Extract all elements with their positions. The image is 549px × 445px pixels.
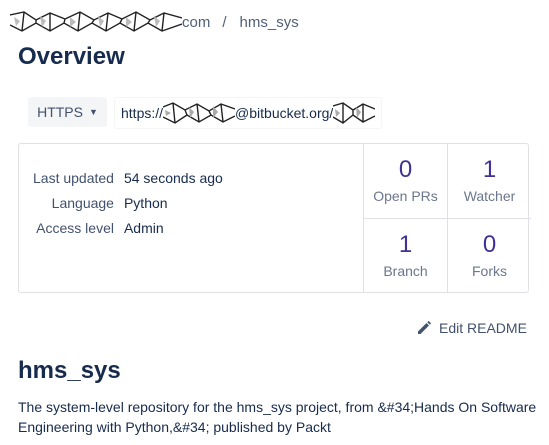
pencil-icon — [418, 321, 431, 334]
language-value: Python — [123, 195, 168, 211]
edit-readme-label: Edit README — [439, 320, 527, 336]
watchers-count: 1 — [482, 156, 497, 183]
page-title: Overview — [18, 43, 125, 70]
branches-label: Branch — [383, 263, 428, 279]
redacted-username — [163, 101, 236, 125]
access-level-value: Admin — [123, 220, 164, 236]
stat-open-prs[interactable]: 0 Open PRs — [364, 144, 448, 219]
last-updated-value: 54 seconds ago — [123, 170, 223, 186]
repo-details-card: Last updated 54 seconds ago Language Pyt… — [18, 143, 531, 293]
last-updated-label: Last updated — [33, 170, 114, 186]
breadcrumb-repo[interactable]: hms_sys — [240, 14, 299, 31]
clone-protocol-dropdown[interactable]: HTTPS ▼ — [28, 97, 107, 127]
branches-count: 1 — [398, 231, 413, 258]
clone-url-field[interactable]: https:// @bitbucket.org/ — [114, 97, 383, 129]
repo-meta: Last updated 54 seconds ago Language Pyt… — [19, 144, 364, 292]
meta-row-language: Language Python — [33, 194, 223, 219]
clone-url-prefix: https:// — [121, 105, 164, 121]
readme-description: The system-level repository for the hms_… — [18, 399, 537, 435]
chevron-down-icon: ▼ — [88, 107, 98, 117]
clone-protocol-label: HTTPS — [37, 104, 83, 120]
watchers-label: Watcher — [463, 188, 516, 204]
forks-count: 0 — [482, 231, 497, 258]
readme-heading: hms_sys — [18, 357, 121, 384]
redacted-workspace[interactable] — [10, 11, 182, 33]
meta-row-access-level: Access level Admin — [33, 219, 223, 244]
edit-readme-button[interactable]: Edit README — [417, 320, 527, 336]
open-prs-count: 0 — [398, 156, 413, 183]
access-level-label: Access level — [36, 220, 114, 236]
clone-url-suffix: @bitbucket.org/ — [235, 105, 334, 121]
language-label: Language — [51, 195, 114, 211]
stat-forks[interactable]: 0 Forks — [448, 219, 531, 293]
redacted-repo-path — [333, 101, 376, 125]
open-prs-label: Open PRs — [373, 188, 438, 204]
repo-meta-table: Last updated 54 seconds ago Language Pyt… — [33, 169, 223, 244]
forks-label: Forks — [472, 263, 507, 279]
breadcrumb-workspace-suffix[interactable]: com — [182, 14, 210, 31]
stat-watchers[interactable]: 1 Watcher — [448, 144, 531, 219]
breadcrumb-separator: / — [222, 13, 227, 31]
meta-row-last-updated: Last updated 54 seconds ago — [33, 169, 223, 194]
breadcrumb: com / hms_sys — [10, 10, 299, 34]
stat-branches[interactable]: 1 Branch — [364, 219, 448, 293]
